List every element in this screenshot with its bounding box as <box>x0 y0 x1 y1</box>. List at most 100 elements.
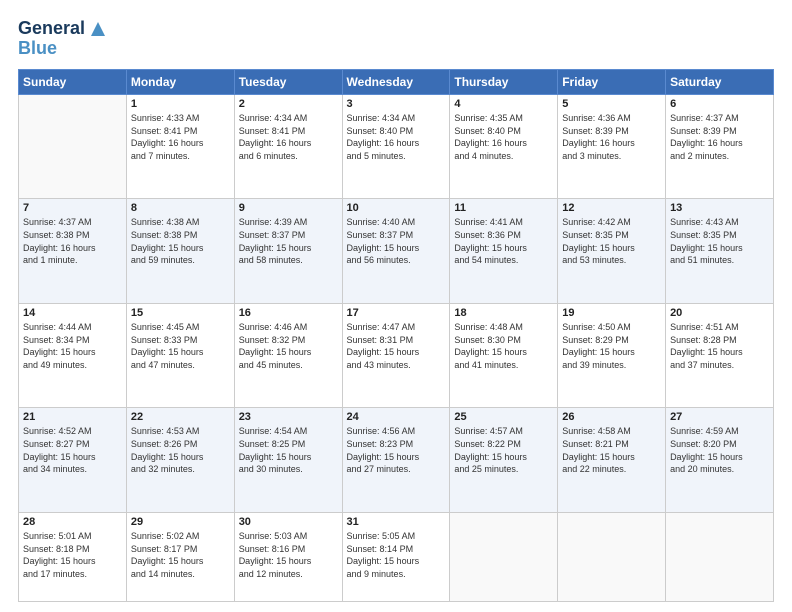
day-number: 22 <box>131 411 230 423</box>
weekday-header-tuesday: Tuesday <box>234 70 342 95</box>
day-info: Sunrise: 4:51 AM Sunset: 8:28 PM Dayligh… <box>670 321 769 371</box>
day-info: Sunrise: 4:47 AM Sunset: 8:31 PM Dayligh… <box>347 321 446 371</box>
day-number: 25 <box>454 411 553 423</box>
calendar-cell: 7Sunrise: 4:37 AM Sunset: 8:38 PM Daylig… <box>19 199 127 303</box>
day-info: Sunrise: 4:46 AM Sunset: 8:32 PM Dayligh… <box>239 321 338 371</box>
weekday-header-thursday: Thursday <box>450 70 558 95</box>
day-info: Sunrise: 4:59 AM Sunset: 8:20 PM Dayligh… <box>670 425 769 475</box>
calendar-cell: 1 Sunrise: 4:33 AM Sunset: 8:41 PM Daylig… <box>126 95 234 199</box>
day-number: 26 <box>562 411 661 423</box>
calendar-cell: 24 Sunrise: 4:56 AM Sunset: 8:23 PM Dayli… <box>342 408 450 512</box>
day-number: 18 <box>454 307 553 319</box>
day-info: Sunrise: 4:57 AM Sunset: 8:22 PM Dayligh… <box>454 425 553 475</box>
calendar-cell: 9 Sunrise: 4:39 AM Sunset: 8:37 PM Daylig… <box>234 199 342 303</box>
calendar-cell: 20 Sunrise: 4:51 AM Sunset: 8:28 PM Dayli… <box>666 303 774 407</box>
day-number: 12 <box>562 202 661 214</box>
page: General Blue SundayMondayTuesdayWednesda… <box>0 0 792 612</box>
day-number: 14 <box>23 307 122 319</box>
day-info: Sunrise: 4:34 AM Sunset: 8:40 PM Dayligh… <box>347 112 446 162</box>
week-row-4: 21Sunrise: 4:52 AM Sunset: 8:27 PM Dayli… <box>19 408 774 512</box>
day-info: Sunrise: 4:40 AM Sunset: 8:37 PM Dayligh… <box>347 216 446 266</box>
day-number: 3 <box>347 98 446 110</box>
day-number: 28 <box>23 516 122 528</box>
calendar-cell: 13 Sunrise: 4:43 AM Sunset: 8:35 PM Dayli… <box>666 199 774 303</box>
calendar-cell: 25 Sunrise: 4:57 AM Sunset: 8:22 PM Dayli… <box>450 408 558 512</box>
day-number: 20 <box>670 307 769 319</box>
day-number: 1 <box>131 98 230 110</box>
calendar-cell: 17Sunrise: 4:47 AM Sunset: 8:31 PM Dayli… <box>342 303 450 407</box>
calendar-cell <box>558 512 666 601</box>
day-number: 16 <box>239 307 338 319</box>
week-row-5: 28 Sunrise: 5:01 AM Sunset: 8:18 PM Dayli… <box>19 512 774 601</box>
day-number: 15 <box>131 307 230 319</box>
day-info: Sunrise: 5:01 AM Sunset: 8:18 PM Dayligh… <box>23 530 122 580</box>
day-number: 19 <box>562 307 661 319</box>
day-info: Sunrise: 4:53 AM Sunset: 8:26 PM Dayligh… <box>131 425 230 475</box>
logo-text: General Blue <box>18 18 109 59</box>
day-number: 29 <box>131 516 230 528</box>
day-number: 10 <box>347 202 446 214</box>
day-info: Sunrise: 4:34 AM Sunset: 8:41 PM Dayligh… <box>239 112 338 162</box>
day-info: Sunrise: 4:38 AM Sunset: 8:38 PM Dayligh… <box>131 216 230 266</box>
calendar-cell: 28 Sunrise: 5:01 AM Sunset: 8:18 PM Dayli… <box>19 512 127 601</box>
weekday-header-saturday: Saturday <box>666 70 774 95</box>
calendar-cell: 10 Sunrise: 4:40 AM Sunset: 8:37 PM Dayli… <box>342 199 450 303</box>
day-info: Sunrise: 5:03 AM Sunset: 8:16 PM Dayligh… <box>239 530 338 580</box>
calendar-cell: 26 Sunrise: 4:58 AM Sunset: 8:21 PM Dayli… <box>558 408 666 512</box>
day-info: Sunrise: 5:05 AM Sunset: 8:14 PM Dayligh… <box>347 530 446 580</box>
day-info: Sunrise: 4:33 AM Sunset: 8:41 PM Dayligh… <box>131 112 230 162</box>
day-number: 24 <box>347 411 446 423</box>
weekday-header-row: SundayMondayTuesdayWednesdayThursdayFrid… <box>19 70 774 95</box>
day-info: Sunrise: 4:48 AM Sunset: 8:30 PM Dayligh… <box>454 321 553 371</box>
day-info: Sunrise: 4:42 AM Sunset: 8:35 PM Dayligh… <box>562 216 661 266</box>
calendar-table: SundayMondayTuesdayWednesdayThursdayFrid… <box>18 69 774 602</box>
day-info: Sunrise: 4:56 AM Sunset: 8:23 PM Dayligh… <box>347 425 446 475</box>
day-info: Sunrise: 4:54 AM Sunset: 8:25 PM Dayligh… <box>239 425 338 475</box>
day-info: Sunrise: 4:45 AM Sunset: 8:33 PM Dayligh… <box>131 321 230 371</box>
calendar-cell: 31 Sunrise: 5:05 AM Sunset: 8:14 PM Dayli… <box>342 512 450 601</box>
calendar-cell <box>666 512 774 601</box>
day-info: Sunrise: 4:41 AM Sunset: 8:36 PM Dayligh… <box>454 216 553 266</box>
day-info: Sunrise: 4:37 AM Sunset: 8:38 PM Dayligh… <box>23 216 122 266</box>
calendar-cell: 30 Sunrise: 5:03 AM Sunset: 8:16 PM Dayli… <box>234 512 342 601</box>
day-number: 31 <box>347 516 446 528</box>
calendar-cell: 4 Sunrise: 4:35 AM Sunset: 8:40 PM Daylig… <box>450 95 558 199</box>
logo-icon <box>87 18 109 40</box>
day-info: Sunrise: 5:02 AM Sunset: 8:17 PM Dayligh… <box>131 530 230 580</box>
calendar-cell <box>19 95 127 199</box>
weekday-header-sunday: Sunday <box>19 70 127 95</box>
calendar-cell: 5Sunrise: 4:36 AM Sunset: 8:39 PM Daylig… <box>558 95 666 199</box>
calendar-cell: 22 Sunrise: 4:53 AM Sunset: 8:26 PM Dayli… <box>126 408 234 512</box>
week-row-1: 1 Sunrise: 4:33 AM Sunset: 8:41 PM Daylig… <box>19 95 774 199</box>
week-row-2: 7Sunrise: 4:37 AM Sunset: 8:38 PM Daylig… <box>19 199 774 303</box>
calendar-cell <box>450 512 558 601</box>
calendar-cell: 18 Sunrise: 4:48 AM Sunset: 8:30 PM Dayli… <box>450 303 558 407</box>
day-info: Sunrise: 4:44 AM Sunset: 8:34 PM Dayligh… <box>23 321 122 371</box>
logo: General Blue <box>18 18 109 59</box>
weekday-header-monday: Monday <box>126 70 234 95</box>
calendar-cell: 15 Sunrise: 4:45 AM Sunset: 8:33 PM Dayli… <box>126 303 234 407</box>
weekday-header-friday: Friday <box>558 70 666 95</box>
day-info: Sunrise: 4:43 AM Sunset: 8:35 PM Dayligh… <box>670 216 769 266</box>
day-info: Sunrise: 4:58 AM Sunset: 8:21 PM Dayligh… <box>562 425 661 475</box>
day-number: 30 <box>239 516 338 528</box>
day-info: Sunrise: 4:52 AM Sunset: 8:27 PM Dayligh… <box>23 425 122 475</box>
day-number: 9 <box>239 202 338 214</box>
calendar-cell: 11 Sunrise: 4:41 AM Sunset: 8:36 PM Dayli… <box>450 199 558 303</box>
calendar-cell: 6Sunrise: 4:37 AM Sunset: 8:39 PM Daylig… <box>666 95 774 199</box>
week-row-3: 14 Sunrise: 4:44 AM Sunset: 8:34 PM Dayli… <box>19 303 774 407</box>
calendar-cell: 2Sunrise: 4:34 AM Sunset: 8:41 PM Daylig… <box>234 95 342 199</box>
day-number: 11 <box>454 202 553 214</box>
logo-blue: Blue <box>18 38 109 59</box>
logo-word: General <box>18 19 85 39</box>
day-number: 4 <box>454 98 553 110</box>
day-info: Sunrise: 4:39 AM Sunset: 8:37 PM Dayligh… <box>239 216 338 266</box>
calendar-cell: 8 Sunrise: 4:38 AM Sunset: 8:38 PM Daylig… <box>126 199 234 303</box>
day-number: 27 <box>670 411 769 423</box>
day-info: Sunrise: 4:50 AM Sunset: 8:29 PM Dayligh… <box>562 321 661 371</box>
day-info: Sunrise: 4:37 AM Sunset: 8:39 PM Dayligh… <box>670 112 769 162</box>
day-number: 8 <box>131 202 230 214</box>
day-number: 5 <box>562 98 661 110</box>
day-number: 13 <box>670 202 769 214</box>
day-info: Sunrise: 4:35 AM Sunset: 8:40 PM Dayligh… <box>454 112 553 162</box>
